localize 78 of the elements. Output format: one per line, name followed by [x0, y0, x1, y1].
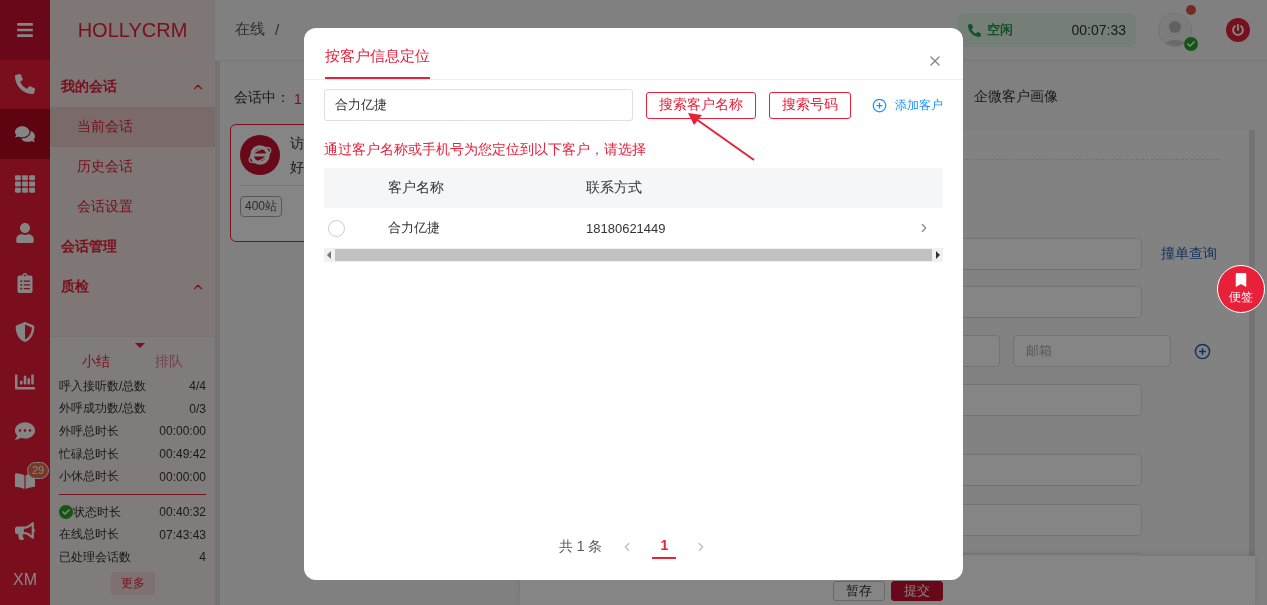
summary-tab[interactable]: 排队 — [155, 353, 184, 371]
stat-value: 4 — [199, 550, 206, 565]
stat-label: 呼入接听数/总数 — [59, 377, 147, 395]
summary-tab[interactable]: 小结 — [81, 353, 110, 371]
clipboard-icon — [15, 272, 35, 293]
stat-value: 00:40:32 — [159, 505, 206, 520]
rail-button[interactable] — [0, 109, 50, 159]
logo: HOLLYCRM — [50, 0, 215, 60]
stat-label: 已处理会话数 — [59, 548, 131, 566]
stat-value: 00:00:00 — [159, 424, 206, 439]
horizontal-scrollbar[interactable] — [324, 248, 943, 262]
stat-value: 00:00:00 — [159, 469, 206, 484]
count-badge: 29 — [27, 462, 50, 480]
menu-group[interactable]: 我的会话 — [50, 67, 215, 107]
shield-icon — [15, 322, 35, 343]
add-icon[interactable] — [1194, 342, 1211, 360]
more-button[interactable]: 更多 — [110, 571, 155, 595]
stat-label: 在线总时长 — [59, 526, 119, 544]
avatar[interactable] — [1158, 13, 1192, 47]
chat-bubbles-icon — [15, 123, 35, 144]
user-initials[interactable]: XM — [13, 571, 37, 590]
save-draft-button[interactable]: 暂存 — [832, 581, 885, 601]
session-text: 访 — [290, 135, 304, 153]
search-name-button[interactable]: 搜索客户名称 — [646, 91, 756, 119]
submit-button[interactable]: 提交 — [890, 581, 943, 601]
browser-icon — [247, 142, 273, 168]
session-text: 好 — [290, 159, 304, 177]
session-count: 1 — [294, 91, 302, 107]
menu-item[interactable]: 会话设置 — [50, 187, 215, 227]
stat-label: 忙碌总时长 — [59, 445, 119, 463]
total-count: 共 1 条 — [558, 538, 603, 556]
phone-icon — [15, 74, 35, 95]
check-icon — [59, 505, 73, 520]
stat-value: 00:49:42 — [159, 447, 206, 462]
search-number-button[interactable]: 搜索号码 — [769, 91, 851, 119]
stat-label: 小休总时长 — [59, 468, 119, 486]
menu-item[interactable]: 当前会话 — [50, 107, 215, 147]
page-button[interactable]: 1 — [652, 535, 677, 559]
session-count-label: 会话中： — [234, 89, 290, 107]
session-tag: 400站 — [240, 196, 283, 217]
breadcrumb-separator: / — [275, 20, 280, 38]
stat-value: 4/4 — [189, 379, 206, 394]
lookup-link[interactable]: 撞单查询 — [1161, 245, 1217, 263]
menu-icon[interactable] — [16, 20, 34, 39]
search-field[interactable]: 合力亿捷 — [324, 89, 633, 121]
column-header: 客户名称 — [388, 179, 445, 197]
phone-icon — [968, 23, 981, 37]
person-icon — [15, 223, 35, 244]
table-cell-text: 合力亿捷 — [388, 219, 441, 237]
stat-value: 0/3 — [189, 401, 206, 416]
add-customer-link[interactable]: 添加客户 — [872, 96, 943, 114]
rail-button[interactable]: 29 — [0, 456, 50, 506]
breadcrumb-link[interactable]: 在线 — [235, 19, 265, 39]
message-bubbles-icon — [15, 421, 35, 442]
notification-dot — [1186, 5, 1196, 15]
stat-label: 外呼总时长 — [59, 423, 119, 440]
pointer-arrow — [688, 113, 755, 161]
bookmark-icon — [1234, 272, 1248, 287]
column-header: 联系方式 — [586, 179, 643, 197]
power-icon — [1232, 24, 1244, 36]
stat-label: 外呼成功数/总数 — [59, 400, 147, 418]
add-icon — [872, 97, 887, 113]
grid-icon — [15, 173, 35, 194]
power-button[interactable] — [1226, 18, 1250, 42]
table-cell-text: 18180621449 — [586, 220, 667, 236]
profile-tab[interactable]: 企微客户画像 — [974, 88, 1058, 106]
online-check-icon — [1184, 37, 1198, 51]
megaphone-icon — [15, 520, 35, 541]
dialog-tab[interactable]: 按客户信息定位 — [325, 47, 430, 79]
stat-label: 状态时长 — [73, 503, 121, 521]
hint-text: 通过客户名称或手机号为您定位到以下客户，请选择 — [324, 141, 647, 159]
menu-group[interactable]: 会话管理 — [50, 227, 215, 267]
menu-item[interactable]: 历史会话 — [50, 147, 215, 187]
status-label: 空闲 — [987, 21, 1013, 39]
menu-group[interactable]: 质检 — [50, 267, 215, 307]
stat-value: 07:43:43 — [159, 527, 206, 542]
collapse-marker-icon[interactable] — [135, 343, 145, 348]
status-timer: 00:07:33 — [1071, 22, 1126, 38]
